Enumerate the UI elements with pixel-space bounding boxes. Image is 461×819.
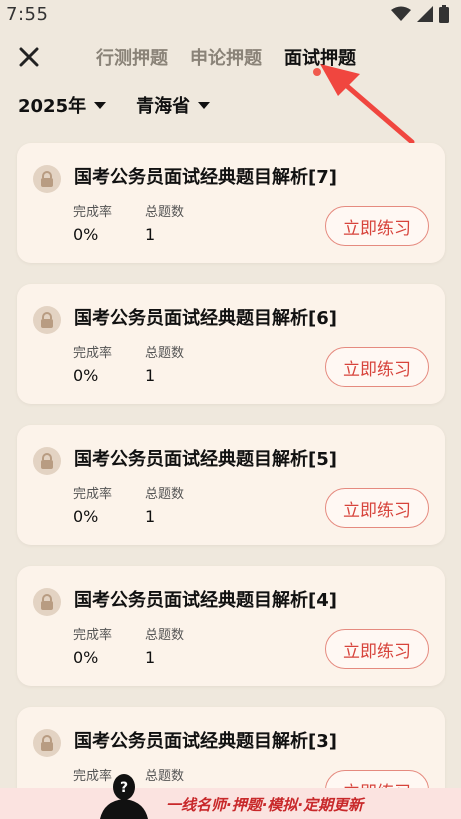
rate-value: 0%: [73, 225, 99, 244]
close-icon: [19, 47, 39, 67]
exam-list: 国考公务员面试经典题目解析[7] 完成率 总题数 0% 1 立即练习 国考公务员…: [17, 143, 445, 819]
card-title: 国考公务员面试经典题目解析[7]: [74, 167, 337, 188]
rate-label: 完成率: [73, 205, 113, 220]
tab-xingce[interactable]: 行测押题: [96, 44, 168, 70]
total-label: 总题数: [145, 628, 185, 643]
rate-value: 0%: [73, 648, 99, 667]
rate-value: 0%: [73, 507, 99, 526]
total-value: 1: [145, 366, 156, 385]
top-nav: 行测押题 申论押题 面试押题: [0, 36, 461, 80]
total-value: 1: [145, 648, 156, 667]
total-label: 总题数: [145, 346, 185, 361]
lock-icon: [33, 306, 61, 334]
lock-icon: [33, 729, 61, 757]
active-tab-indicator: [313, 68, 321, 76]
list-item[interactable]: 国考公务员面试经典题目解析[4] 完成率 总题数 0% 1 立即练习: [17, 566, 445, 686]
status-time: 7:55: [6, 3, 49, 25]
teacher-silhouette-icon: ?: [100, 774, 148, 819]
caret-down-icon: [198, 101, 211, 109]
rate-label: 完成率: [73, 487, 113, 502]
card-title: 国考公务员面试经典题目解析[4]: [74, 590, 337, 611]
practice-button[interactable]: 立即练习: [325, 206, 429, 246]
rate-label: 完成率: [73, 346, 113, 361]
battery-icon: [439, 5, 449, 23]
total-label: 总题数: [145, 487, 185, 502]
practice-button[interactable]: 立即练习: [325, 488, 429, 528]
rate-label: 完成率: [73, 628, 113, 643]
tab-mianshi[interactable]: 面试押题: [284, 44, 356, 70]
lock-icon: [33, 588, 61, 616]
total-value: 1: [145, 225, 156, 244]
rate-value: 0%: [73, 366, 99, 385]
total-value: 1: [145, 507, 156, 526]
wifi-icon: [391, 6, 411, 21]
signal-icon: [417, 6, 433, 22]
region-filter-label: 青海省: [136, 96, 191, 117]
total-label: 总题数: [145, 205, 185, 220]
svg-text:?: ?: [120, 780, 128, 796]
lock-icon: [33, 447, 61, 475]
year-filter[interactable]: 2025年: [18, 92, 107, 118]
tab-bar: 行测押题 申论押题 面试押题: [96, 44, 356, 70]
promo-banner[interactable]: 一线名师·押题·模拟·定期更新: [0, 788, 461, 819]
status-bar: 7:55: [0, 0, 461, 28]
filter-bar: 2025年 青海省: [18, 92, 211, 118]
practice-button[interactable]: 立即练习: [325, 629, 429, 669]
lock-icon: [33, 165, 61, 193]
card-title: 国考公务员面试经典题目解析[5]: [74, 449, 337, 470]
close-button[interactable]: [14, 42, 44, 72]
list-item[interactable]: 国考公务员面试经典题目解析[7] 完成率 总题数 0% 1 立即练习: [17, 143, 445, 263]
card-title: 国考公务员面试经典题目解析[6]: [74, 308, 337, 329]
year-filter-label: 2025年: [18, 96, 87, 117]
list-item[interactable]: 国考公务员面试经典题目解析[6] 完成率 总题数 0% 1 立即练习: [17, 284, 445, 404]
status-icons: [391, 5, 449, 23]
list-item[interactable]: 国考公务员面试经典题目解析[5] 完成率 总题数 0% 1 立即练习: [17, 425, 445, 545]
caret-down-icon: [94, 101, 107, 109]
banner-text: 一线名师·押题·模拟·定期更新: [166, 796, 364, 814]
card-title: 国考公务员面试经典题目解析[3]: [74, 731, 337, 752]
region-filter[interactable]: 青海省: [136, 92, 211, 118]
tab-shenlun[interactable]: 申论押题: [190, 44, 262, 70]
practice-button[interactable]: 立即练习: [325, 347, 429, 387]
